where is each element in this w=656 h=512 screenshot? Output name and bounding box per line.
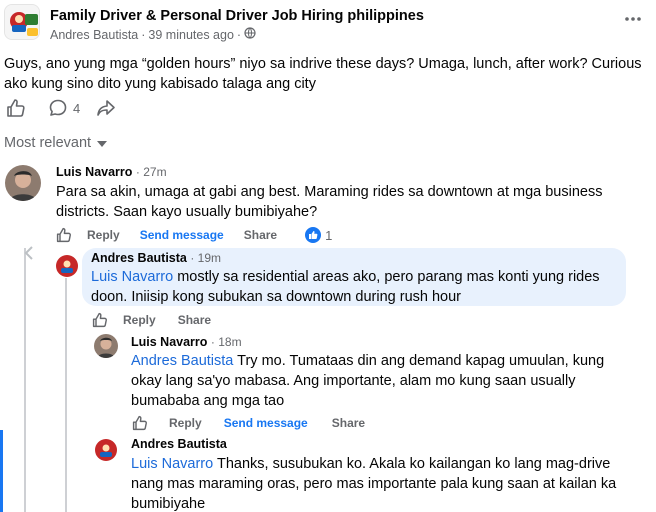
share-link[interactable]: Share (244, 228, 277, 242)
reply-link[interactable]: Reply (123, 313, 156, 327)
share-link[interactable]: Share (178, 313, 211, 327)
comment-text: Para sa akin, umaga at gabi ang best. Ma… (56, 184, 603, 220)
comment-actions: Reply Share (91, 311, 231, 329)
comment-text: Luis Navarro mostly sa residential areas… (91, 267, 616, 307)
like-reaction-icon (305, 227, 322, 243)
comment-bubble-icon[interactable] (46, 96, 70, 120)
post-time[interactable]: 39 minutes ago (148, 28, 233, 42)
send-message-link[interactable]: Send message (224, 416, 308, 430)
comment-time[interactable]: · 27m (136, 165, 167, 179)
post-author[interactable]: Andres Bautista (50, 28, 138, 42)
comment-time[interactable]: · 19m (190, 251, 221, 265)
mention-link[interactable]: Luis Navarro (91, 269, 173, 285)
comment-author-name[interactable]: Andres Bautista (131, 437, 227, 451)
reply-link[interactable]: Reply (169, 416, 202, 430)
comment-author: Luis Navarro · 27m (56, 165, 167, 179)
meta-separator: · (141, 27, 146, 42)
mention-link[interactable]: Luis Navarro (131, 456, 213, 472)
thread-line (24, 248, 26, 512)
share-arrow-icon[interactable] (94, 96, 118, 120)
comment-text: Andres Bautista Try mo. Tumataas din ang… (131, 351, 621, 411)
post-meta: Andres Bautista · 39 minutes ago · (50, 27, 256, 42)
meta-separator: · (236, 27, 242, 42)
comment-text: Luis Navarro Thanks, susubukan ko. Akala… (131, 454, 641, 512)
comment-count[interactable]: 4 (73, 101, 80, 116)
avatar[interactable] (5, 165, 41, 201)
thumbs-up-icon[interactable] (131, 414, 149, 432)
comment-author: Luis Navarro · 18m (131, 335, 242, 349)
sort-dropdown[interactable]: Most relevant (4, 135, 108, 151)
reaction-count: 1 (325, 227, 333, 243)
reply-link[interactable]: Reply (87, 228, 120, 242)
avatar[interactable] (55, 254, 79, 278)
unread-indicator (0, 430, 3, 512)
post-text: Guys, ano yung mga “golden hours” niyo s… (4, 56, 642, 92)
thumbs-up-icon[interactable] (4, 96, 28, 120)
comment-actions: Reply Send message Share 1 (55, 226, 332, 244)
thread-line (65, 278, 67, 512)
comment-author-name[interactable]: Andres Bautista (91, 251, 187, 265)
post-actions: 4 (4, 96, 118, 120)
group-avatar[interactable] (4, 4, 40, 40)
thumbs-up-icon[interactable] (55, 226, 73, 244)
sort-label: Most relevant (4, 135, 92, 151)
thumbs-up-icon[interactable] (91, 311, 109, 329)
comment-actions: Reply Send message Share (131, 414, 385, 432)
avatar[interactable] (94, 438, 118, 462)
mention-link[interactable]: Andres Bautista (131, 353, 233, 369)
caret-down-icon (97, 135, 108, 151)
chevron-left-icon[interactable] (24, 246, 36, 260)
comment-author-name[interactable]: Luis Navarro (56, 165, 132, 179)
share-link[interactable]: Share (332, 416, 365, 430)
comment-author-name[interactable]: Luis Navarro (131, 335, 207, 349)
comment-author: Andres Bautista · 19m (91, 251, 221, 265)
comment-time[interactable]: · 18m (211, 335, 242, 349)
send-message-link[interactable]: Send message (140, 228, 224, 242)
group-name[interactable]: Family Driver & Personal Driver Job Hiri… (50, 8, 424, 24)
avatar[interactable] (94, 334, 118, 358)
reaction-badge[interactable]: 1 (305, 227, 332, 243)
comment-author: Andres Bautista (131, 437, 227, 451)
globe-icon (244, 27, 256, 42)
more-dots-icon[interactable] (622, 8, 644, 30)
